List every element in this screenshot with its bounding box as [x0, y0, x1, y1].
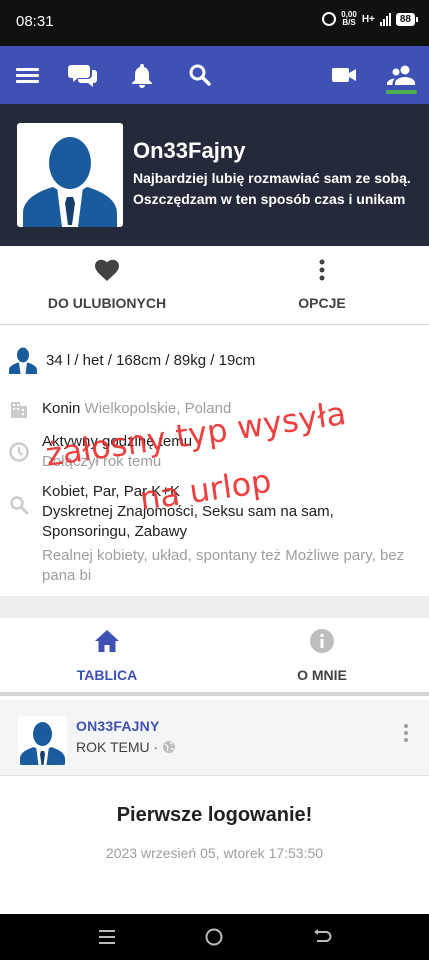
- net-speed: 0,00 B/S: [341, 11, 357, 27]
- signal-icon: [379, 12, 391, 26]
- search-icon: [10, 496, 29, 515]
- location-city: Konin: [42, 400, 81, 417]
- status-bar: 08:31 0,00 B/S H+ 88: [0, 0, 429, 46]
- net-speed-unit: B/S: [342, 18, 356, 27]
- profile-header: On33Fajny Najbardziej lubię rozmawiać sa…: [0, 104, 429, 246]
- tab-o-mnie-label: O MNIE: [297, 667, 347, 683]
- building-icon: [11, 402, 27, 418]
- favorite-button[interactable]: DO ULUBIONYCH: [0, 246, 214, 325]
- network-type: H+: [361, 13, 375, 25]
- post-header: ON33FAJNY ROK TEMU ·: [0, 700, 429, 776]
- info-icon: [310, 629, 334, 653]
- post-author[interactable]: ON33FAJNY: [76, 718, 160, 734]
- options-button[interactable]: OPCJE: [215, 246, 429, 325]
- heart-icon: [95, 259, 119, 281]
- post-more-icon[interactable]: [396, 722, 416, 746]
- post-time-text: ROK TEMU ·: [76, 739, 159, 755]
- battery-icon: 88: [395, 12, 419, 26]
- profile-tabs: TABLICA O MNIE: [0, 618, 429, 696]
- status-icons: 0,00 B/S H+ 88: [322, 11, 419, 27]
- profile-bio: Najbardziej lubię rozmawiać sam ze sobą.…: [133, 170, 411, 207]
- globe-icon: [163, 741, 176, 753]
- section-divider: [0, 596, 429, 618]
- search-icon[interactable]: [183, 58, 217, 92]
- interests: Dyskretnej Znajomości, Seksu sam na sam,…: [42, 503, 334, 540]
- options-label: OPCJE: [298, 295, 346, 311]
- menu-icon[interactable]: [10, 58, 44, 92]
- active-tab-indicator: [386, 90, 417, 94]
- home-nav-icon[interactable]: [201, 926, 227, 948]
- tab-tablica[interactable]: TABLICA: [0, 618, 214, 696]
- alarm-icon: [322, 12, 337, 26]
- post-time: ROK TEMU ·: [76, 739, 176, 755]
- post-avatar[interactable]: [18, 716, 67, 765]
- chat-icon[interactable]: [67, 58, 101, 92]
- home-icon: [95, 630, 119, 652]
- post-date: 2023 wrzesień 05, wtorek 17:53:50: [105, 845, 324, 861]
- system-nav-bar: [0, 914, 429, 960]
- back-icon[interactable]: [309, 926, 335, 948]
- people-icon[interactable]: [384, 58, 418, 92]
- tab-o-mnie[interactable]: O MNIE: [215, 618, 429, 696]
- profile-avatar[interactable]: [17, 123, 123, 227]
- profile-stats: 34 l / het / 168cm / 89kg / 19cm: [46, 352, 256, 369]
- status-time: 08:31: [16, 13, 54, 30]
- more-vertical-icon: [319, 259, 325, 281]
- clock-icon: [9, 442, 29, 462]
- tab-tablica-label: TABLICA: [76, 667, 138, 683]
- person-icon: [9, 347, 37, 374]
- looking-description: Realnej kobiety, układ, spontany też Moż…: [42, 547, 405, 584]
- favorite-label: DO ULUBIONYCH: [47, 295, 167, 311]
- profile-actions: DO ULUBIONYCH OPCJE: [0, 246, 429, 325]
- profile-username: On33Fajny: [133, 138, 246, 163]
- recent-apps-icon[interactable]: [94, 926, 120, 948]
- post-title: Pierwsze logowanie!: [116, 804, 313, 826]
- app-bar: [0, 46, 429, 104]
- video-icon[interactable]: [327, 58, 361, 92]
- bell-icon[interactable]: [125, 58, 159, 92]
